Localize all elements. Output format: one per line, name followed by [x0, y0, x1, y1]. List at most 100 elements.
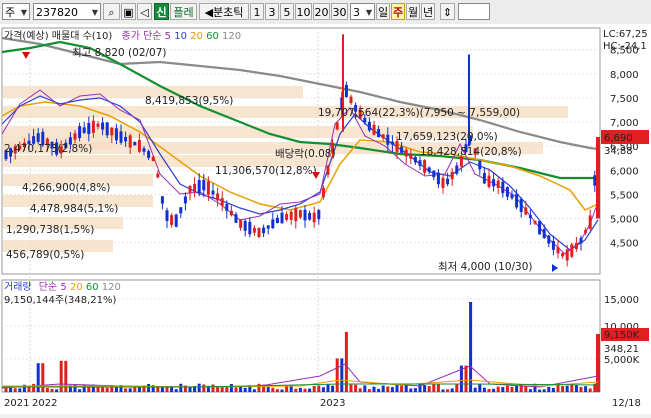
- volume-bar: [147, 384, 151, 392]
- price-legend: 가격(예상) 매물대 수(10) 종가 단순 5 10 20 60 120: [4, 31, 242, 42]
- volume-bar: [308, 388, 312, 392]
- candle-body: [275, 217, 279, 224]
- volume-tick-label: 5,000K: [604, 355, 640, 366]
- change-pct-label: 34,88: [604, 146, 633, 157]
- count-select[interactable]: 3 ▼: [350, 3, 375, 20]
- volume-bar: [446, 389, 450, 392]
- volume-bar: [137, 387, 141, 392]
- lock-button[interactable]: ▣: [121, 3, 136, 20]
- candle-body: [441, 177, 445, 188]
- volume-value: 9,150,144주(348,21%): [4, 295, 117, 306]
- volume-bar: [505, 385, 509, 392]
- candle-body: [367, 121, 371, 131]
- volume-bar: [469, 302, 473, 392]
- volume-bar: [234, 387, 238, 392]
- volume-bar: [473, 387, 477, 392]
- volume-bar: [298, 387, 302, 392]
- market-select[interactable]: 주 ▼: [2, 3, 30, 20]
- period-30-button[interactable]: 30: [331, 3, 348, 20]
- volume-bar: [252, 389, 256, 392]
- volume-bar: [32, 383, 36, 392]
- volume-bar: [455, 384, 459, 392]
- volume-bar: [579, 387, 583, 392]
- candle-body: [524, 207, 528, 215]
- price-tick-label: 8,000: [610, 70, 639, 81]
- dividend-label: 배당락(0.08): [275, 148, 336, 160]
- day-button[interactable]: 일: [376, 3, 390, 20]
- volume-bar: [547, 386, 551, 392]
- period-input[interactable]: [458, 3, 490, 20]
- month-button[interactable]: 월: [406, 3, 420, 20]
- candle-body: [317, 210, 321, 220]
- volume-bar: [45, 388, 49, 392]
- candle-body: [137, 140, 141, 152]
- chevron-down-icon: ▼: [20, 8, 27, 17]
- candle-body: [308, 212, 312, 220]
- volume-profile-label: 18,428,814(20,8%): [420, 146, 522, 158]
- candle-body: [312, 212, 316, 223]
- candle-body: [183, 196, 187, 204]
- candle-body: [211, 190, 215, 195]
- week-button[interactable]: 주: [391, 3, 405, 20]
- candle-body: [170, 215, 174, 225]
- candle-body: [142, 148, 146, 152]
- last-volume-bar: [596, 334, 600, 392]
- candle-body: [188, 185, 192, 194]
- candle-body: [588, 215, 592, 229]
- volume-bar: [156, 387, 160, 392]
- candle-body: [147, 151, 151, 158]
- price-tick-label: 7,000: [610, 118, 639, 129]
- up-down-arrows-icon: ⇕: [442, 6, 453, 19]
- volume-bar: [349, 384, 353, 392]
- candle-body: [547, 235, 551, 244]
- period-20-button[interactable]: 20: [313, 3, 330, 20]
- volume-bar: [188, 386, 192, 392]
- candle-body: [216, 193, 220, 201]
- candle-body: [248, 221, 252, 235]
- volume-bar: [344, 332, 348, 392]
- period-1-button[interactable]: 1: [250, 3, 264, 20]
- candle-body: [381, 134, 385, 139]
- candle-body: [179, 207, 183, 214]
- period-3-button[interactable]: 3: [265, 3, 279, 20]
- speaker-button[interactable]: ◁: [137, 3, 152, 20]
- volume-bar: [367, 389, 371, 392]
- volume-bar: [312, 386, 316, 392]
- candle-body: [280, 212, 284, 224]
- candle-body: [133, 142, 137, 146]
- volume-bar: [55, 389, 59, 392]
- flare-button[interactable]: 플레: [170, 3, 197, 20]
- volume-bar: [128, 388, 132, 392]
- volume-bar: [400, 385, 404, 392]
- candle-body: [519, 199, 523, 212]
- candle-body: [386, 134, 390, 145]
- volume-bar: [220, 386, 224, 392]
- volume-bar: [574, 385, 578, 392]
- tick-period-button[interactable]: ◀분초틱: [199, 3, 249, 20]
- volume-bar: [478, 383, 482, 392]
- volume-bar: [211, 384, 215, 392]
- candle-body: [446, 178, 450, 185]
- candle-body: [174, 214, 178, 227]
- scroll-arrows-button[interactable]: ⇕: [440, 3, 455, 20]
- period-10-button[interactable]: 10: [295, 3, 312, 20]
- period-5-button[interactable]: 5: [280, 3, 294, 20]
- candle-body: [450, 171, 454, 180]
- candle-body: [197, 180, 201, 194]
- candle-body: [91, 120, 95, 133]
- volume-bar: [487, 388, 491, 392]
- price-tick-label: 5,500: [610, 190, 639, 201]
- new-tag-button[interactable]: 신: [154, 3, 169, 20]
- candle-body: [294, 208, 298, 222]
- search-button[interactable]: ⌕: [103, 3, 120, 20]
- volume-bar: [492, 388, 496, 392]
- candle-body: [202, 179, 206, 191]
- volume-bar: [377, 388, 381, 392]
- candle-body: [114, 128, 118, 141]
- chart-toolbar: 주 ▼ 237820 ▼ ⌕ ▣ ◁ 신 플레 ◀분초틱 1 3 5 10 20 3…: [0, 0, 651, 25]
- volume-bar: [390, 387, 394, 392]
- year-button[interactable]: 년: [421, 3, 435, 20]
- stock-code-input[interactable]: 237820 ▼: [33, 3, 101, 20]
- candle-body: [400, 146, 404, 153]
- candle-body: [160, 196, 164, 204]
